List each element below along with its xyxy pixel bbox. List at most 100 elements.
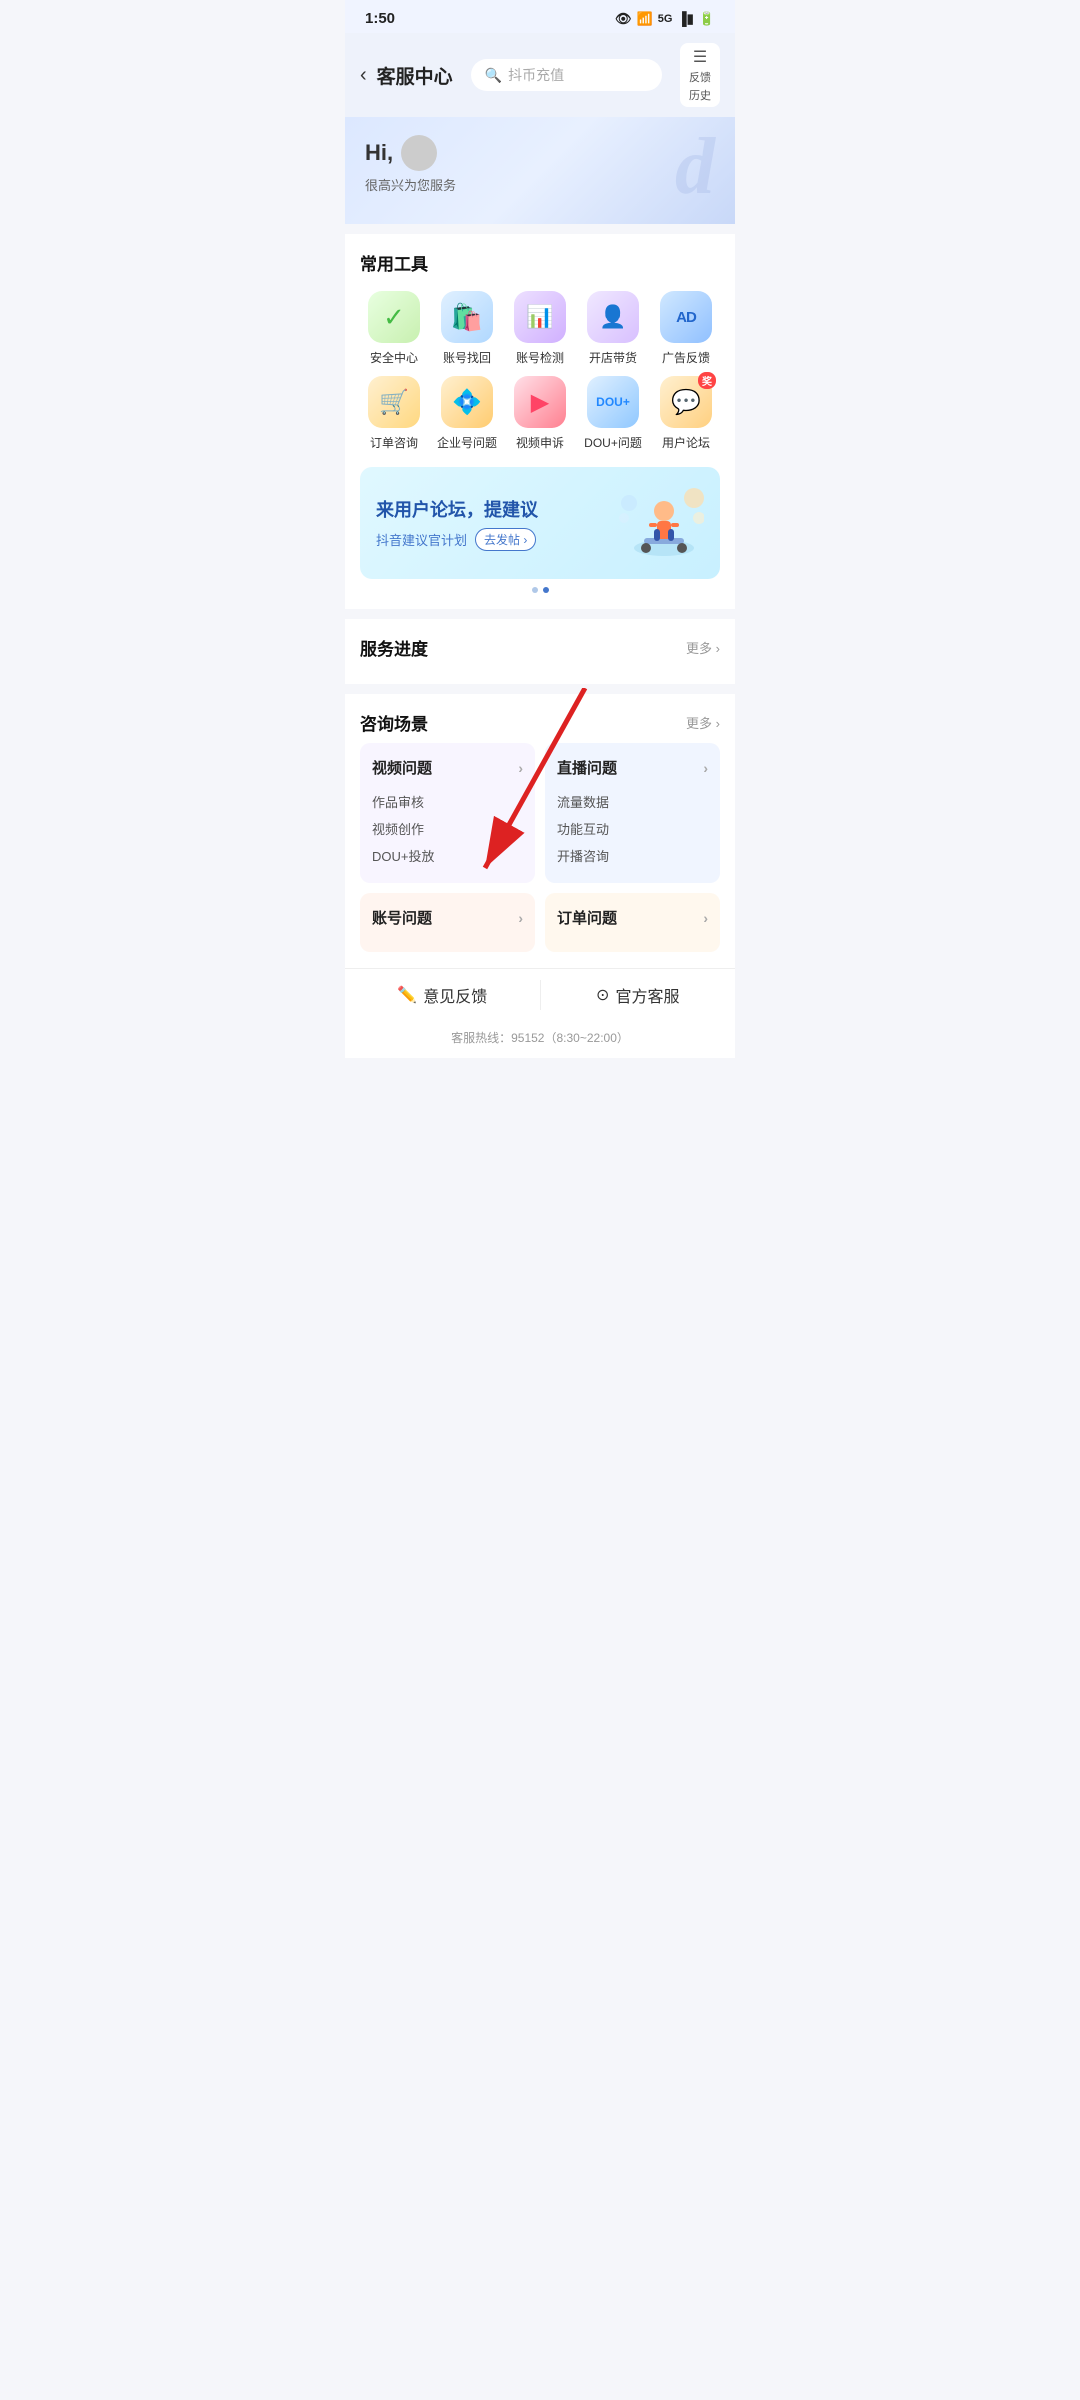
check-icon: 📊 <box>526 304 553 330</box>
tool-label-check: 账号检测 <box>516 349 564 366</box>
dou-icon: DOU+ <box>596 395 630 409</box>
scene-live-title: 直播问题 › <box>557 757 708 778</box>
tool-label-dou: DOU+问题 <box>584 434 642 451</box>
tool-account-recover[interactable]: 🛍️ 账号找回 <box>433 291 501 366</box>
tools-grid: ✓ 安全中心 🛍️ 账号找回 📊 账号检测 👤 开店带货 <box>360 291 720 451</box>
shop-icon: 👤 <box>599 304 626 330</box>
security-icon: ✓ <box>383 302 405 333</box>
headset-icon: ⊙ <box>596 985 609 1005</box>
feedback-label2: 历史 <box>689 87 711 103</box>
banner-button[interactable]: 去发帖 › <box>475 528 536 551</box>
scene-video-title: 视频问题 › <box>372 757 523 778</box>
banner[interactable]: 来用户论坛，提建议 抖音建议官计划 去发帖 › <box>360 467 720 579</box>
page-title: 客服中心 <box>377 62 453 89</box>
tool-label-shop: 开店带货 <box>589 349 637 366</box>
hero-section: Hi, 很高兴为您服务 d <box>345 117 735 224</box>
enterprise-icon-bg: 💠 <box>441 376 493 428</box>
feedback-nav-item[interactable]: ✏️ 意见反馈 <box>345 969 540 1021</box>
scene-card-order[interactable]: 订单问题 › <box>545 893 720 952</box>
status-bar: 1:50 👁 📶 5G ▐▮ 🔋 <box>345 0 735 33</box>
tool-label-enterprise: 企业号问题 <box>437 434 497 451</box>
scene-video-item-1[interactable]: 作品审核 <box>372 788 523 815</box>
enterprise-icon: 💠 <box>452 388 482 417</box>
scene-live-item-1[interactable]: 流量数据 <box>557 788 708 815</box>
video-icon-bg: ▶ <box>514 376 566 428</box>
banner-text: 来用户论坛，提建议 抖音建议官计划 去发帖 › <box>376 496 538 551</box>
tool-label-order: 订单咨询 <box>370 434 418 451</box>
consultation-section: 咨询场景 更多 › 视频问题 › 作品审核 视频创作 DOU+投放 直播问题 ›… <box>345 694 735 968</box>
hero-subtitle: 很高兴为您服务 <box>365 175 715 194</box>
video-icon: ▶ <box>531 388 549 417</box>
security-icon-bg: ✓ <box>368 291 420 343</box>
tool-label-ad: 广告反馈 <box>662 349 710 366</box>
scene-live-item-3[interactable]: 开播咨询 <box>557 842 708 869</box>
scene-video-item-3[interactable]: DOU+投放 <box>372 842 523 869</box>
consultation-more-link[interactable]: 更多 › <box>686 713 720 732</box>
tool-enterprise[interactable]: 💠 企业号问题 <box>433 376 501 451</box>
tool-label-security: 安全中心 <box>370 349 418 366</box>
header: ‹ 客服中心 🔍 抖币充值 ☰ 反馈 历史 <box>345 33 735 117</box>
search-placeholder: 抖币充值 <box>508 65 564 85</box>
dot-1 <box>532 587 538 593</box>
scene-card-account[interactable]: 账号问题 › <box>360 893 535 952</box>
service-nav-item[interactable]: ⊙ 官方客服 <box>541 969 736 1021</box>
tool-forum[interactable]: 💬 奖 用户论坛 <box>652 376 720 451</box>
consultation-header: 咨询场景 更多 › <box>360 710 720 735</box>
service-progress-title: 服务进度 <box>360 635 428 660</box>
banner-dots <box>360 587 720 593</box>
hotline-text: 客服热线：95152（8:30~22:00） <box>345 1021 735 1058</box>
feedback-label1: 反馈 <box>689 69 711 85</box>
feedback-nav-label: 意见反馈 <box>423 983 487 1007</box>
tools-section: 常用工具 ✓ 安全中心 🛍️ 账号找回 📊 账号检测 👤 <box>345 234 735 609</box>
scene-live-item-2[interactable]: 功能互动 <box>557 815 708 842</box>
ad-icon: AD <box>676 309 696 326</box>
service-nav-label: 官方客服 <box>615 983 679 1007</box>
tool-dou[interactable]: DOU+ DOU+问题 <box>579 376 647 451</box>
forum-icon-bg: 💬 奖 <box>660 376 712 428</box>
tool-ad[interactable]: AD 广告反馈 <box>652 291 720 366</box>
back-button[interactable]: ‹ <box>360 64 367 87</box>
eye-icon: 👁 <box>615 11 632 27</box>
signal-icon: ▐▮ <box>677 11 693 27</box>
5g-icon: 5G <box>658 13 673 25</box>
tool-order[interactable]: 🛒 订单咨询 <box>360 376 428 451</box>
tools-title: 常用工具 <box>360 250 720 275</box>
banner-sub-text: 抖音建议官计划 去发帖 › <box>376 528 538 551</box>
banner-container: 来用户论坛，提建议 抖音建议官计划 去发帖 › <box>360 467 720 593</box>
chevron-icon-order: › <box>703 910 708 926</box>
service-more-link[interactable]: 更多 › <box>686 638 720 657</box>
check-icon-bg: 📊 <box>514 291 566 343</box>
consultation-title: 咨询场景 <box>360 710 428 735</box>
banner-illustration <box>614 483 704 563</box>
scene-card-live[interactable]: 直播问题 › 流量数据 功能互动 开播咨询 <box>545 743 720 883</box>
tool-account-check[interactable]: 📊 账号检测 <box>506 291 574 366</box>
chevron-icon-account: › <box>518 910 523 926</box>
service-progress-section: 服务进度 更多 › <box>345 619 735 684</box>
status-time: 1:50 <box>365 10 395 27</box>
award-badge: 奖 <box>698 372 716 389</box>
ad-icon-bg: AD <box>660 291 712 343</box>
account-icon-bg: 🛍️ <box>441 291 493 343</box>
search-bar[interactable]: 🔍 抖币充值 <box>471 59 662 91</box>
search-icon: 🔍 <box>485 67 502 84</box>
tool-label-forum: 用户论坛 <box>662 434 710 451</box>
account-icon: 🛍️ <box>451 302 483 333</box>
tool-security[interactable]: ✓ 安全中心 <box>360 291 428 366</box>
battery-icon: 🔋 <box>699 11 715 27</box>
feedback-history-button[interactable]: ☰ 反馈 历史 <box>680 43 720 107</box>
wifi-icon: 📶 <box>637 11 653 27</box>
chevron-icon-live: › <box>703 760 708 776</box>
scene-video-item-2[interactable]: 视频创作 <box>372 815 523 842</box>
chevron-icon-video: › <box>518 760 523 776</box>
tiktok-logo-bg: d <box>675 127 715 207</box>
service-progress-header: 服务进度 更多 › <box>360 635 720 660</box>
scene-card-video[interactable]: 视频问题 › 作品审核 视频创作 DOU+投放 <box>360 743 535 883</box>
tool-video[interactable]: ▶ 视频申诉 <box>506 376 574 451</box>
dot-2 <box>543 587 549 593</box>
forum-icon: 💬 <box>671 388 701 417</box>
scene-grid: 视频问题 › 作品审核 视频创作 DOU+投放 直播问题 › 流量数据 功能互动… <box>360 743 720 952</box>
feedback-icon: ☰ <box>693 47 707 67</box>
scene-order-title: 订单问题 › <box>557 907 708 928</box>
tool-shop[interactable]: 👤 开店带货 <box>579 291 647 366</box>
scene-account-title: 账号问题 › <box>372 907 523 928</box>
